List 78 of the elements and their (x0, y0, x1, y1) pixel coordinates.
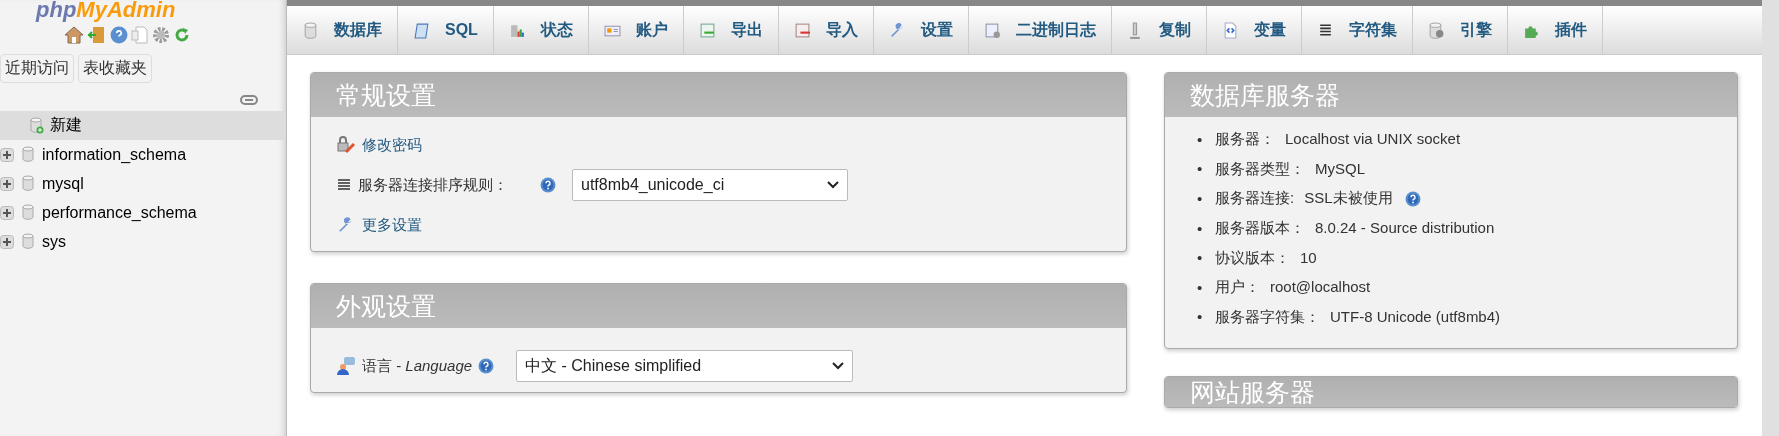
export-icon (698, 21, 716, 39)
server-info-item: 服务器字符集： UTF-8 Unicode (utf8mb4) (1215, 307, 1501, 327)
nav-tab[interactable]: 账户 (588, 6, 684, 54)
link-icon[interactable] (240, 95, 258, 105)
panel-title: 外观设置 (311, 284, 1126, 328)
server-info-item: 协议版本： 10 (1215, 248, 1317, 268)
import-icon (793, 21, 811, 39)
logo[interactable]: phpMyAdmin (36, 0, 286, 20)
expand-icon[interactable] (0, 205, 14, 220)
server-info-item: 服务器版本： 8.0.24 - Source distribution (1215, 219, 1495, 239)
caret-icon (827, 181, 839, 189)
collation-select[interactable]: utf8mb4_unicode_ci (572, 169, 848, 201)
bullet: • (1197, 190, 1204, 208)
home-icon[interactable] (64, 26, 84, 44)
lock-pencil-icon (336, 136, 356, 154)
database-add-icon (28, 117, 44, 134)
language-select[interactable]: 中文 - Chinese simplified (516, 350, 854, 382)
nav-tab[interactable]: 状态 (493, 6, 589, 54)
tree-item[interactable]: sys (0, 227, 286, 256)
change-password-link[interactable]: 修改密码 (362, 135, 422, 155)
more-settings-link[interactable]: 更多设置 (362, 215, 422, 235)
help-icon[interactable] (110, 26, 128, 44)
nav-tab[interactable]: 插件 (1507, 6, 1603, 54)
door-icon[interactable] (87, 26, 107, 44)
log-icon (983, 21, 1001, 39)
settings-icon[interactable] (152, 26, 170, 44)
expand-icon[interactable] (0, 234, 14, 249)
server-info-item: 服务器连接: SSL未被使用 (1215, 189, 1393, 209)
expand-icon[interactable] (0, 147, 14, 162)
nav-tab[interactable]: 变量 (1206, 6, 1302, 54)
database-name: performance_schema (42, 203, 197, 222)
bullet: • (1197, 249, 1204, 268)
database-icon (20, 233, 36, 250)
tree-item[interactable]: 新建 (0, 111, 286, 140)
help-icon[interactable] (540, 177, 556, 193)
list-icon (336, 177, 352, 193)
nav-tab[interactable]: 二进制日志 (968, 6, 1112, 54)
bullet: • (1197, 130, 1204, 149)
panel-title: 常规设置 (311, 73, 1126, 117)
database-icon (20, 175, 36, 192)
sidebar-tab[interactable]: 表收藏夹 (78, 54, 152, 83)
nav-tab[interactable]: 数据库 (287, 6, 398, 54)
nav-tab[interactable]: 引擎 (1412, 6, 1508, 54)
reload-icon[interactable] (173, 26, 191, 44)
nav-tab[interactable]: 设置 (873, 6, 969, 54)
tree-item[interactable]: performance_schema (0, 198, 286, 227)
person-speech-icon (336, 356, 356, 376)
tree-item[interactable]: mysql (0, 169, 286, 198)
nav-tab[interactable]: 导出 (683, 6, 779, 54)
database-icon (302, 21, 319, 39)
database-icon (20, 204, 36, 221)
help-icon[interactable] (478, 358, 495, 374)
nav-tab[interactable]: 导入 (778, 6, 874, 54)
database-icon (20, 146, 36, 163)
caret-icon (832, 362, 845, 370)
bullet: • (1197, 219, 1204, 238)
panel-title: 网站服务器 (1165, 377, 1737, 408)
database-name: information_schema (42, 145, 187, 164)
nav-tab[interactable]: 字符集 (1301, 6, 1413, 54)
language-label: 语言 - Language (362, 356, 473, 376)
nav-tab[interactable]: SQL (398, 6, 494, 54)
server-info-item: 服务器类型： MySQL (1215, 159, 1365, 179)
sidebar-tab[interactable]: 近期访问 (0, 54, 74, 83)
database-name: 新建 (50, 115, 82, 135)
bullet: • (1197, 160, 1204, 179)
nav-tab[interactable]: 复制 (1111, 6, 1207, 54)
database-name: sys (42, 232, 66, 251)
tree-item[interactable]: information_schema (0, 140, 286, 169)
server-info-item: 服务器： Localhost via UNIX socket (1215, 130, 1461, 150)
bullet: • (1197, 278, 1204, 297)
server-info-item: 用户： root@localhost (1215, 278, 1371, 298)
expand-icon[interactable] (0, 176, 14, 191)
bullet: • (1197, 308, 1204, 327)
help-icon[interactable] (1404, 191, 1421, 207)
database-name: mysql (42, 174, 84, 193)
collation-label: 服务器连接排序规则： (358, 175, 508, 195)
panel-title: 数据库服务器 (1165, 73, 1737, 117)
engine-icon (1427, 21, 1445, 39)
